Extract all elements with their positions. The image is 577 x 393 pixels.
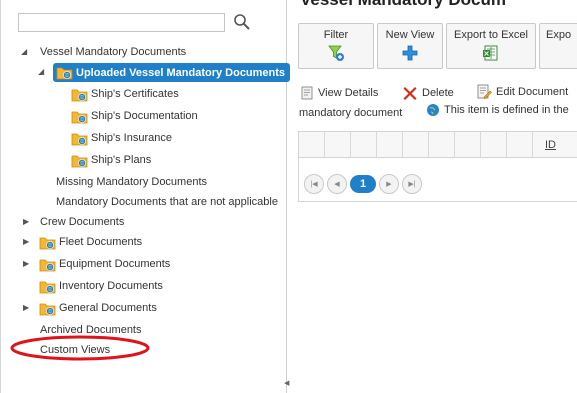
plus-icon [402, 45, 418, 61]
folder-globe-icon [71, 155, 88, 167]
filter-funnel-icon [328, 45, 344, 61]
last-page-button[interactable]: ▶| [402, 174, 422, 194]
tree-item-ships-plans[interactable]: Ship's Plans [71, 150, 151, 170]
tree-item-general-documents[interactable]: General Documents [39, 298, 157, 318]
left-tree-pane: ◢ Vessel Mandatory Documents ◢ Uploaded … [0, 0, 291, 393]
tree-item-ships-insurance[interactable]: Ship's Insurance [71, 128, 172, 148]
new-view-button[interactable]: New View [377, 23, 443, 69]
tree-item-ships-documentation[interactable]: Ship's Documentation [71, 106, 198, 126]
grid-header-cell[interactable] [299, 132, 325, 157]
folder-globe-icon [71, 111, 88, 123]
folder-globe-icon [39, 303, 56, 315]
tree-item-vessel-mandatory[interactable]: Vessel Mandatory Documents [40, 42, 186, 62]
page-title: Vessel Mandatory Docum [300, 0, 506, 10]
folder-globe-icon [39, 259, 56, 271]
tree-item-equipment-documents[interactable]: Equipment Documents [39, 254, 170, 274]
tree-search-input[interactable] [18, 13, 225, 32]
folder-globe-icon [71, 89, 88, 101]
view-details-action[interactable]: View Details [300, 86, 378, 100]
first-page-icon: |◀ [310, 181, 318, 188]
info-text-left: mandatory document [299, 107, 403, 119]
prev-page-icon: ◀ [334, 181, 340, 188]
excel-icon [483, 45, 498, 61]
main-content-pane: Vessel Mandatory Docum Filter New View E… [288, 0, 577, 393]
filter-button[interactable]: Filter [298, 23, 374, 69]
grid-header-cell[interactable] [481, 132, 507, 157]
tree-item-not-applicable[interactable]: Mandatory Documents that are not applica… [56, 192, 278, 212]
document-icon [301, 86, 313, 100]
expand-arrow-icon[interactable]: ▶ [23, 298, 29, 318]
tree-item-uploaded-vessel-mandatory[interactable]: Uploaded Vessel Mandatory Documents [53, 63, 291, 82]
next-page-icon: ▶ [386, 181, 392, 188]
tree-item-ships-certificates[interactable]: Ship's Certificates [71, 84, 179, 104]
grid-header-cell[interactable] [429, 132, 455, 157]
folder-globe-icon [39, 281, 56, 293]
next-page-button[interactable]: ▶ [379, 174, 399, 194]
tree-item-inventory-documents[interactable]: Inventory Documents [39, 276, 163, 296]
red-x-icon [403, 87, 417, 100]
folder-globe-icon [71, 133, 88, 145]
red-ellipse-annotation [10, 335, 150, 361]
search-icon[interactable] [233, 13, 251, 31]
globe-icon [427, 104, 439, 116]
collapse-arrow-icon[interactable]: ◢ [21, 42, 27, 62]
grid-header: ID [298, 131, 577, 158]
current-page[interactable]: 1 [350, 175, 376, 193]
delete-action[interactable]: Delete [402, 85, 454, 101]
export-to-excel-button[interactable]: Export to Excel [446, 23, 536, 69]
last-page-icon: ▶| [408, 181, 416, 188]
info-text-right: This item is defined in the [426, 103, 569, 117]
grid-header-cell[interactable] [455, 132, 481, 157]
grid-header-cell[interactable] [351, 132, 377, 157]
grid-header-cell[interactable] [403, 132, 429, 157]
tree-item-crew-documents[interactable]: Crew Documents [40, 212, 124, 232]
tree-item-fleet-documents[interactable]: Fleet Documents [39, 232, 142, 252]
collapse-arrow-icon[interactable]: ◢ [38, 62, 44, 82]
prev-page-button[interactable]: ◀ [327, 174, 347, 194]
grid-header-id[interactable]: ID [533, 132, 556, 157]
grid-header-cell[interactable] [507, 132, 533, 157]
expand-arrow-icon[interactable]: ▶ [23, 254, 29, 274]
edit-document-icon [477, 84, 492, 99]
expand-arrow-icon[interactable]: ▶ [23, 212, 29, 232]
folder-globe-icon [56, 67, 73, 80]
first-page-button[interactable]: |◀ [304, 174, 324, 194]
pager: |◀ ◀ 1 ▶ ▶| [304, 174, 425, 194]
export-button-partial[interactable]: Expo [539, 23, 577, 69]
grid-header-cell[interactable] [377, 132, 403, 157]
expand-arrow-icon[interactable]: ▶ [23, 232, 29, 252]
grid-header-cell[interactable] [325, 132, 351, 157]
tree-item-missing-mandatory[interactable]: Missing Mandatory Documents [56, 172, 207, 192]
folder-globe-icon [39, 237, 56, 249]
edit-document-action[interactable]: Edit Document [476, 84, 568, 100]
